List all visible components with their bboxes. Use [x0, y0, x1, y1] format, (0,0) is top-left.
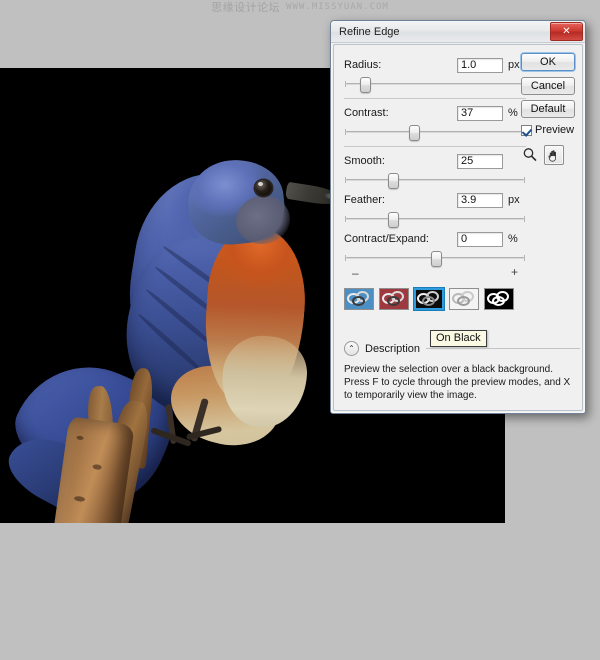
slider-thumb[interactable] [431, 251, 442, 267]
contract-expand-endcaps: – + [344, 268, 526, 282]
contract-expand-label: Contract/Expand: [344, 233, 429, 245]
knot-icon [347, 291, 371, 307]
contrast-slider[interactable] [344, 124, 526, 140]
preview-mode-mask[interactable] [484, 288, 514, 310]
preview-label: Preview [535, 124, 574, 136]
divider [426, 348, 580, 349]
knot-icon [382, 291, 406, 307]
preview-mode-on-white[interactable] [449, 288, 479, 310]
smooth-label: Smooth: [344, 155, 385, 167]
slider-thumb[interactable] [388, 173, 399, 189]
radius-label: Radius: [344, 59, 381, 71]
preview-checkbox-row[interactable]: Preview [521, 124, 575, 136]
preview-mode-on-white-blue[interactable] [344, 288, 374, 310]
branch-speck [92, 464, 102, 470]
preview-mode-on-red[interactable] [379, 288, 409, 310]
close-icon[interactable]: ✕ [550, 22, 583, 41]
radius-slider[interactable] [344, 76, 526, 92]
watermark-cn: 思缘设计论坛 [211, 0, 280, 15]
radius-input[interactable] [457, 58, 503, 73]
branch-speck [92, 522, 100, 523]
description-title: Description [365, 343, 420, 355]
smooth-slider[interactable] [344, 172, 526, 188]
knot-icon [487, 291, 511, 307]
dialog-title: Refine Edge [339, 26, 400, 38]
button-column: OK Cancel Default Preview [521, 53, 575, 165]
watermark-en: WWW.MISSYUAN.COM [286, 2, 389, 12]
preview-mode-thumbnails [344, 288, 514, 310]
description-text: Preview the selection over a black backg… [344, 363, 578, 402]
knot-icon [417, 291, 441, 307]
divider [344, 98, 526, 99]
zoom-icon[interactable] [522, 147, 538, 163]
tool-row [522, 145, 575, 165]
divider [344, 146, 526, 147]
contract-expand-input[interactable] [457, 232, 503, 247]
slider-thumb[interactable] [360, 77, 371, 93]
preview-checkbox[interactable] [521, 125, 532, 136]
slider-thumb[interactable] [388, 212, 399, 228]
contract-expand-slider[interactable] [344, 250, 526, 266]
field-contract-expand: Contract/Expand: % [344, 229, 526, 249]
slider-thumb[interactable] [409, 125, 420, 141]
field-contrast: Contrast: % [344, 103, 526, 123]
plus-icon: + [511, 265, 518, 279]
slider-track [346, 218, 524, 220]
slider-track [346, 83, 524, 85]
branch-speck [74, 496, 86, 502]
feather-input[interactable] [457, 193, 503, 208]
watermark: 思缘设计论坛 WWW.MISSYUAN.COM [0, 0, 600, 14]
field-feather: Feather: px [344, 190, 526, 210]
field-smooth: Smooth: [344, 151, 526, 171]
slider-track [346, 179, 524, 181]
minus-icon: – [352, 266, 359, 280]
contrast-label: Contrast: [344, 107, 389, 119]
slider-track [346, 131, 524, 133]
feather-unit: px [508, 194, 526, 206]
smooth-input[interactable] [457, 154, 503, 169]
preview-mode-on-black[interactable] [414, 288, 444, 310]
description-header[interactable]: ⌃ Description [344, 341, 580, 356]
bird-eye [255, 180, 272, 196]
slider-column: Radius: px Contrast: % [344, 53, 526, 282]
feather-label: Feather: [344, 194, 385, 206]
chevron-up-icon[interactable]: ⌃ [344, 341, 359, 356]
field-radius: Radius: px [344, 55, 526, 75]
cancel-button[interactable]: Cancel [521, 77, 575, 95]
ok-button[interactable]: OK [521, 53, 575, 71]
contrast-input[interactable] [457, 106, 503, 121]
branch-speck [76, 435, 83, 440]
feather-slider[interactable] [344, 211, 526, 227]
hand-icon[interactable] [544, 145, 564, 165]
knot-icon [452, 291, 476, 307]
refine-edge-dialog: Refine Edge ✕ Radius: px Contrast: [330, 20, 586, 414]
dialog-titlebar[interactable]: Refine Edge ✕ [331, 21, 585, 43]
contract-expand-unit: % [508, 233, 526, 245]
dialog-body: Radius: px Contrast: % [333, 44, 583, 411]
default-button[interactable]: Default [521, 100, 575, 118]
